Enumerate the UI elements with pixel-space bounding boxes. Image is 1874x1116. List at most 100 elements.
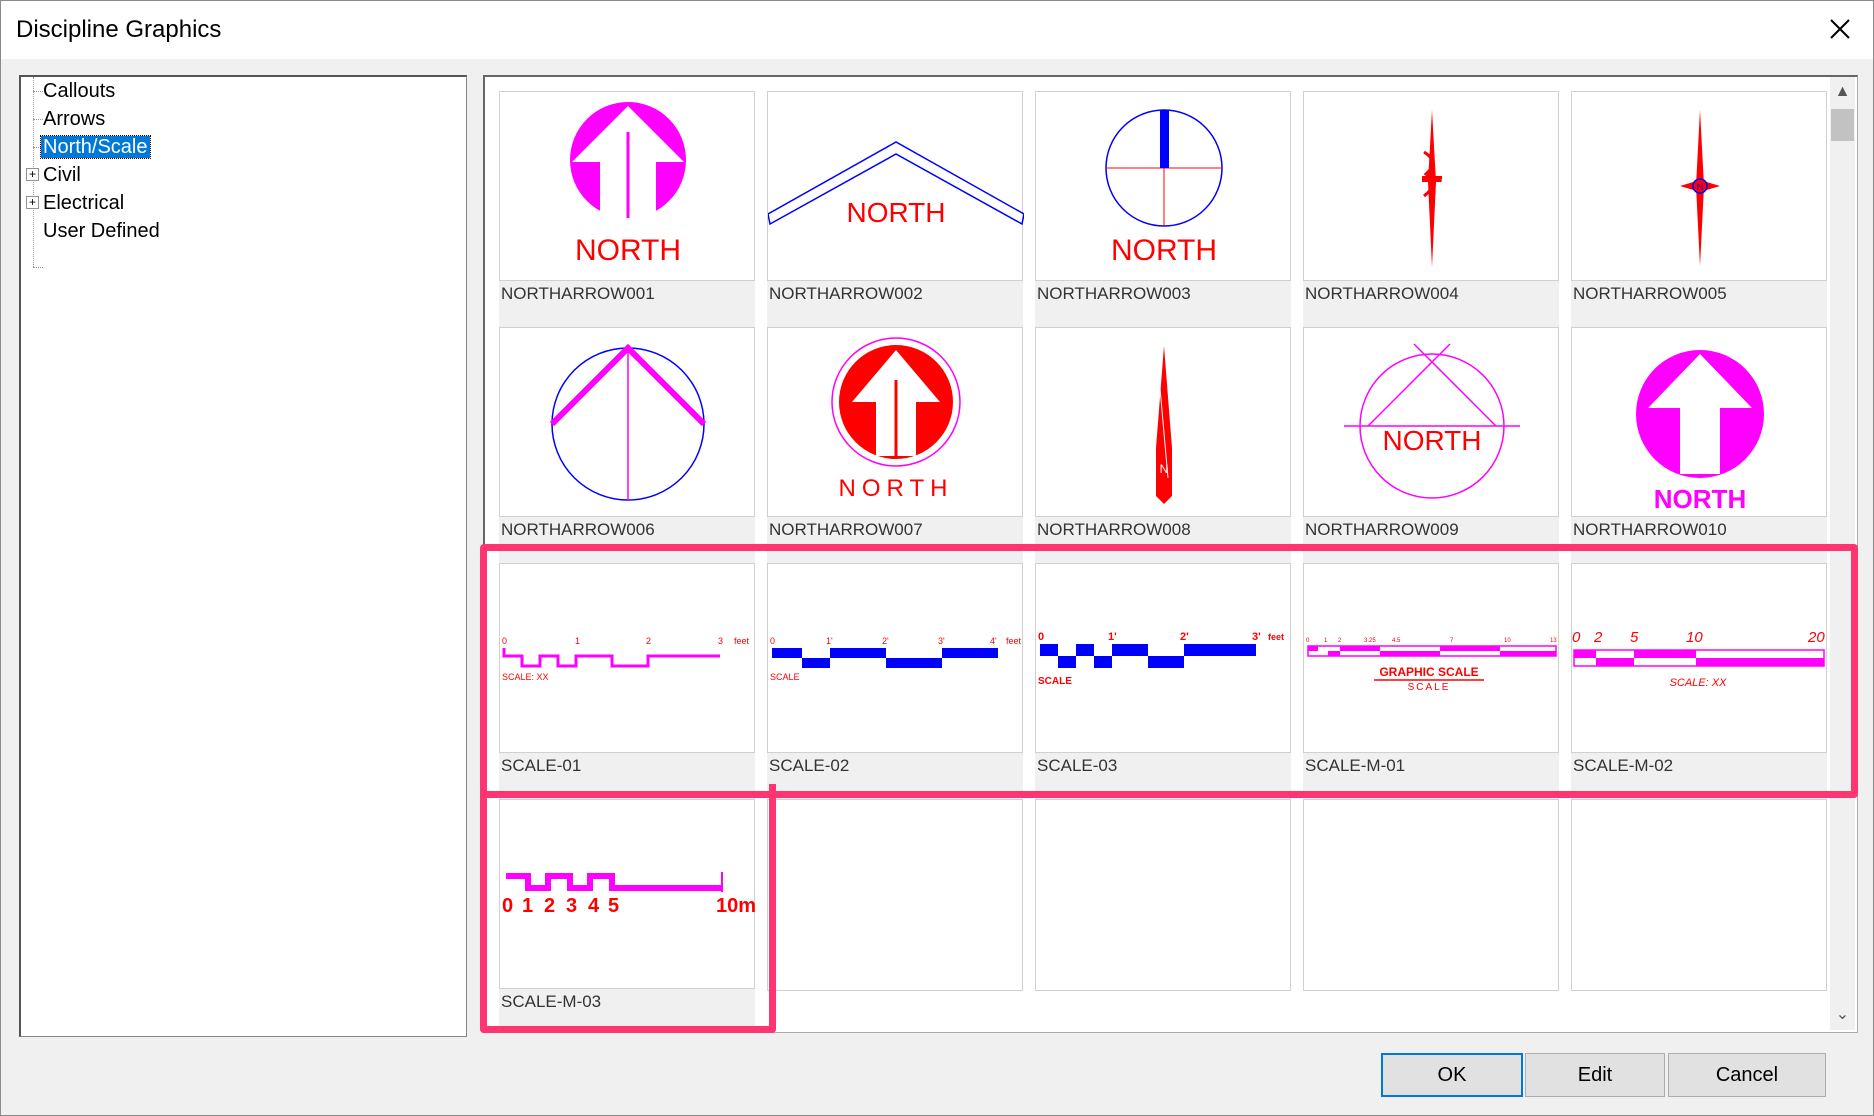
thumbnail: NORTH <box>767 91 1024 281</box>
tree-item-civil[interactable]: Civil <box>41 162 83 188</box>
tick-label: 3' <box>938 636 945 646</box>
tile-scale-03[interactable]: 0 1' 2' 3' feet SCALE SCALE-03 <box>1035 563 1291 799</box>
tile-caption: NORTHARROW010 <box>1573 520 1727 539</box>
thumbnail: NORTH <box>1303 327 1559 517</box>
north-arrow-graphic: NORTH <box>1105 109 1223 267</box>
scroll-up-icon[interactable]: ▲ <box>1830 77 1855 107</box>
scale-bar-graphic: 0 2 5 10 20 SCALE: XX <box>1572 629 1825 689</box>
tree-item-user-defined[interactable]: User Defined <box>41 218 162 244</box>
window-title: Discipline Graphics <box>16 16 222 43</box>
tick-label: 10m <box>716 895 756 917</box>
thumbnail: 0 2 5 10 20 SCALE: XX <box>1571 563 1827 753</box>
tick-label: 5 <box>608 895 619 917</box>
tree-item-label: Electrical <box>43 192 125 214</box>
tile-northarrow006[interactable]: NORTHARROW006 <box>499 327 755 563</box>
scale-note: SCALE: XX <box>502 672 549 682</box>
tile-northarrow002[interactable]: NORTH NORTHARROW002 <box>767 91 1024 327</box>
tick-label: 2' <box>1180 631 1189 643</box>
tile-caption: SCALE-03 <box>1037 756 1118 775</box>
discipline-graphics-dialog: Discipline Graphics Callouts Arrows Nort… <box>0 0 1874 1116</box>
thumbnail: NORTH <box>1035 91 1291 281</box>
ok-button[interactable]: OK <box>1381 1053 1523 1097</box>
tick-label: 3 <box>718 636 723 646</box>
edit-button[interactable]: Edit <box>1525 1053 1665 1097</box>
scroll-thumb[interactable] <box>1831 109 1854 141</box>
tick-label: 0 <box>1306 638 1310 644</box>
tile-northarrow008[interactable]: N NORTHARROW008 <box>1035 327 1291 563</box>
tick-label: 1 <box>522 895 533 917</box>
empty-tile <box>1035 799 1291 991</box>
tile-scale-m-01[interactable]: 0 1 2 3.25 4.5 7 10 13 GRAPHIC SCALE SCA… <box>1303 563 1559 799</box>
tick-label: 0 <box>770 636 775 646</box>
gallery-scrollbar[interactable]: ▲ ⌄ <box>1830 77 1855 1030</box>
graphics-gallery[interactable]: NORTH NORTHARROW001 NORTH NORTHARROW002 <box>483 75 1858 1033</box>
tick-label: 3' <box>1252 631 1261 643</box>
tree-item-label: Arrows <box>43 108 106 130</box>
tile-northarrow010[interactable]: NORTH NORTHARROW010 <box>1571 327 1827 563</box>
thumbnail: NORTH <box>1571 327 1827 517</box>
tree-item-arrows[interactable]: Arrows <box>41 106 107 132</box>
scale-note: GRAPHIC SCALE <box>1379 665 1478 679</box>
tree-item-north-scale[interactable]: North/Scale <box>40 134 151 160</box>
scale-bar-graphic: 0 1' 2' 3' 4' feet SCALE <box>770 636 1022 682</box>
graphic-text: N <box>1441 178 1447 187</box>
tick-label: 3.25 <box>1364 638 1376 644</box>
north-arrow-graphic: N <box>1680 110 1720 266</box>
expand-electrical-icon[interactable]: + <box>26 196 39 209</box>
north-arrow-graphic: NORTH <box>831 337 961 502</box>
tile-caption: NORTHARROW002 <box>769 284 923 303</box>
expand-civil-icon[interactable]: + <box>26 168 39 181</box>
scale-bar-graphic: 0 1 2 3 4 5 10m <box>502 872 756 917</box>
category-tree[interactable]: Callouts Arrows North/Scale + Civil + El… <box>19 75 467 1037</box>
tick-label: 7 <box>1450 638 1454 644</box>
graphic-text: NORTH <box>839 475 954 502</box>
tile-northarrow001[interactable]: NORTH NORTHARROW001 <box>499 91 755 327</box>
scale-note: SCALE <box>1408 682 1451 693</box>
tile-northarrow009[interactable]: NORTH NORTHARROW009 <box>1303 327 1559 563</box>
tile-scale-02[interactable]: 0 1' 2' 3' 4' feet SCALE SCALE-02 <box>767 563 1023 799</box>
scroll-down-icon[interactable]: ⌄ <box>1830 1000 1855 1030</box>
tile-northarrow005[interactable]: N NORTHARROW005 <box>1571 91 1827 327</box>
graphic-text: N <box>1160 462 1169 476</box>
thumbnail: N <box>1035 327 1291 517</box>
tick-label: 13 <box>1550 638 1557 644</box>
tile-caption: NORTHARROW001 <box>501 284 655 303</box>
tick-label: 1' <box>826 636 833 646</box>
empty-tile <box>1571 799 1827 991</box>
tile-northarrow004[interactable]: N NORTHARROW004 <box>1303 91 1559 327</box>
thumbnail: NORTH <box>499 91 755 281</box>
close-icon <box>1830 19 1850 39</box>
scale-note: SCALE <box>1038 676 1072 687</box>
tile-caption: NORTHARROW006 <box>501 520 655 539</box>
north-arrow-graphic: NORTH <box>1636 350 1764 514</box>
tile-northarrow003[interactable]: NORTH NORTHARROW003 <box>1035 91 1291 327</box>
tile-scale-01[interactable]: 0 1 2 3 feet SCALE: XX SCALE-01 <box>499 563 755 799</box>
close-button[interactable] <box>1805 1 1873 59</box>
tree-item-callouts[interactable]: Callouts <box>41 78 117 104</box>
tick-label: 5 <box>1630 629 1639 646</box>
thumbnail: N <box>1303 91 1559 281</box>
tree-item-label: North/Scale <box>40 135 151 159</box>
cancel-button[interactable]: Cancel <box>1668 1053 1826 1097</box>
scale-note: SCALE <box>770 672 800 682</box>
north-arrow-graphic: N <box>1422 110 1447 267</box>
thumbnail: 0 1' 2' 3' 4' feet SCALE <box>767 563 1023 753</box>
tick-label: 10 <box>1686 629 1703 646</box>
tile-northarrow007[interactable]: NORTH NORTHARROW007 <box>767 327 1023 563</box>
tile-scale-m-03[interactable]: 0 1 2 3 4 5 10m SCALE-M-03 <box>499 799 756 1032</box>
tile-scale-m-02[interactable]: 0 2 5 10 20 SCALE: XX SCALE-M-02 <box>1571 563 1827 799</box>
graphic-text: N <box>1697 182 1704 192</box>
tick-label: 4' <box>990 636 997 646</box>
tick-label: 2' <box>882 636 889 646</box>
tick-label: 1 <box>575 636 580 646</box>
tile-caption: NORTHARROW008 <box>1037 520 1191 539</box>
tile-caption: NORTHARROW005 <box>1573 284 1727 303</box>
tick-label: 0 <box>502 636 507 646</box>
title-bar: Discipline Graphics <box>1 1 1873 59</box>
thumbnail: N <box>1571 91 1827 281</box>
tick-label: 0 <box>1572 629 1581 646</box>
tick-label: 20 <box>1807 629 1825 646</box>
tick-label: feet <box>1006 636 1022 646</box>
tile-caption: SCALE-02 <box>769 756 850 775</box>
tree-item-electrical[interactable]: Electrical <box>41 190 126 216</box>
